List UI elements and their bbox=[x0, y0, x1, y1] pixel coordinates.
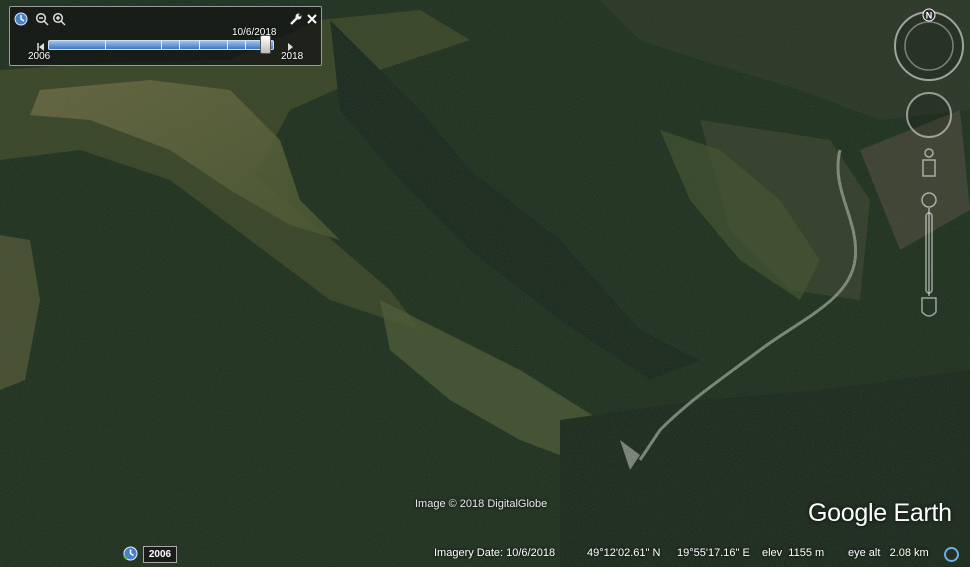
history-year-badge[interactable]: 2006 bbox=[143, 546, 177, 563]
satellite-terrain[interactable] bbox=[0, 0, 970, 567]
close-icon[interactable] bbox=[304, 11, 319, 26]
imagery-date: Imagery Date: 10/6/2018 bbox=[434, 547, 556, 559]
start-year-label: 2006 bbox=[28, 51, 51, 62]
next-step-icon[interactable] bbox=[286, 39, 296, 51]
longitude-readout: 19°55'17.16" E bbox=[677, 547, 750, 559]
end-year-label: 2018 bbox=[281, 51, 304, 62]
streaming-indicator-icon bbox=[944, 547, 959, 562]
elevation-readout: elev 1155 m bbox=[762, 547, 825, 559]
time-slider-track[interactable] bbox=[48, 40, 274, 50]
look-joystick[interactable] bbox=[894, 11, 964, 81]
latitude-readout: 49°12'02.61" N bbox=[587, 547, 661, 559]
imagery-attribution: Image © 2018 DigitalGlobe bbox=[415, 498, 548, 510]
historical-imagery-icon[interactable] bbox=[123, 546, 138, 561]
google-earth-logo: Google Earth bbox=[808, 499, 952, 527]
time-slider-thumb[interactable] bbox=[260, 35, 272, 54]
svg-text:N: N bbox=[926, 11, 933, 21]
zoom-slider[interactable] bbox=[921, 192, 937, 317]
pegman-icon[interactable] bbox=[922, 148, 936, 177]
map-view[interactable]: 10/6/2018 2006 2018 N Image © 2018 Digit… bbox=[0, 0, 970, 567]
previous-step-icon[interactable] bbox=[36, 39, 46, 51]
eye-altitude-readout: eye alt 2.08 km bbox=[848, 547, 929, 559]
zoom-out-icon[interactable] bbox=[34, 11, 49, 26]
zoom-in-icon[interactable] bbox=[51, 11, 66, 26]
north-indicator-icon[interactable]: N bbox=[922, 8, 936, 22]
move-joystick[interactable] bbox=[906, 92, 952, 138]
historical-imagery-panel: 10/6/2018 2006 2018 bbox=[9, 6, 322, 66]
clock-icon[interactable] bbox=[13, 11, 28, 26]
wrench-icon[interactable] bbox=[288, 11, 303, 26]
navigation-controls: N bbox=[894, 8, 964, 317]
